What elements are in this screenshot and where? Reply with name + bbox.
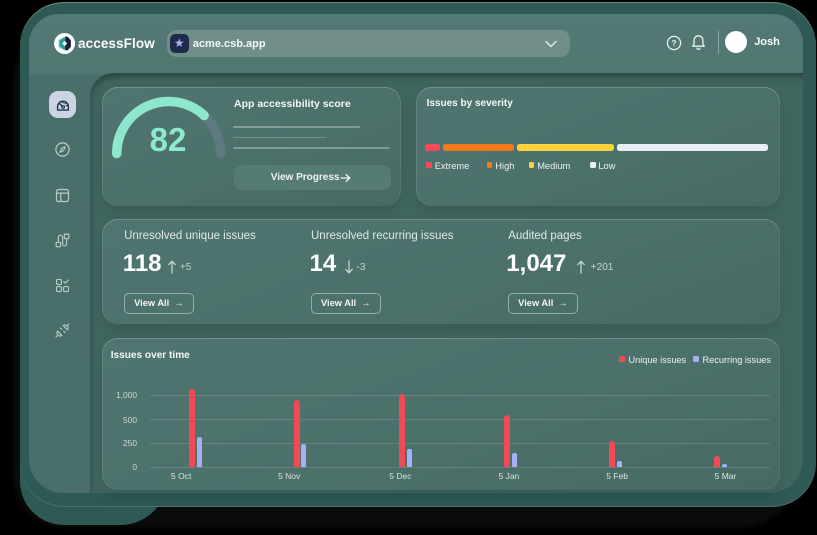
svg-text:?: ? bbox=[671, 38, 676, 48]
